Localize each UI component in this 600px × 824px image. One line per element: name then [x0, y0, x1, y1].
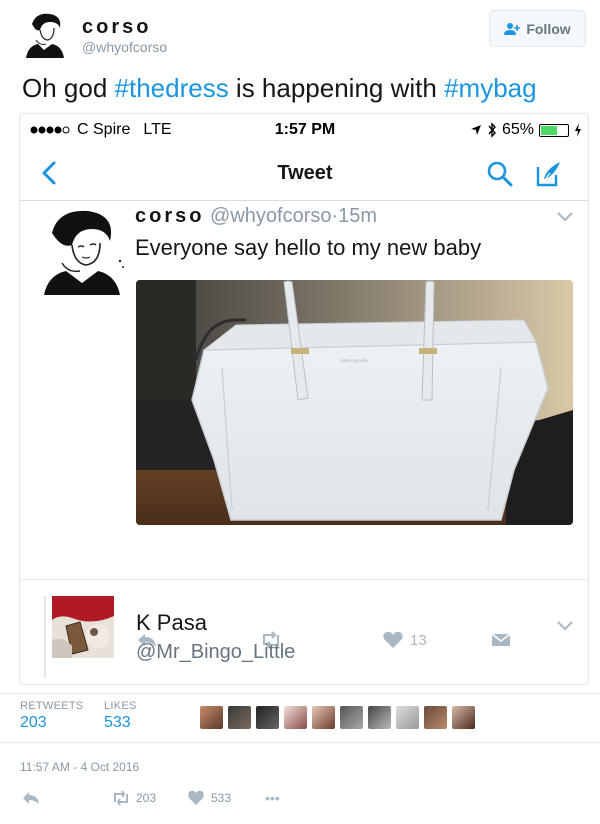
- search-icon[interactable]: [486, 160, 514, 188]
- bluetooth-icon: [488, 122, 496, 138]
- avatar[interactable]: [284, 706, 307, 729]
- hashtag-link[interactable]: #thedress: [115, 73, 229, 103]
- add-user-icon: [504, 22, 521, 35]
- engagement-stats: RETWEETS 203 LIKES 533: [0, 693, 600, 743]
- tweet-text: Oh god #thedress is happening with #myba…: [22, 73, 537, 104]
- compose-icon[interactable]: [534, 159, 564, 189]
- avatar[interactable]: [228, 706, 251, 729]
- like-count: 533: [211, 791, 232, 805]
- tweet-photo[interactable]: kate spade: [136, 280, 573, 525]
- reply-button[interactable]: [22, 790, 40, 806]
- location-arrow-icon: [470, 125, 481, 135]
- follow-label: Follow: [526, 20, 571, 37]
- retweet-icon: [114, 790, 128, 806]
- user-handle[interactable]: @Mr_Bingo_Little: [136, 641, 295, 664]
- user-handle[interactable]: @whyofcorso: [82, 39, 167, 55]
- tweet-timestamp[interactable]: 11:57 AM - 4 Oct 2016: [20, 760, 139, 774]
- tweet-action-bar: 203 533 •••: [0, 786, 600, 816]
- heart-icon: [188, 790, 204, 805]
- chevron-down-icon[interactable]: [556, 211, 574, 223]
- avatar[interactable]: [396, 706, 419, 729]
- more-options-button[interactable]: •••: [265, 790, 280, 806]
- likes-label: LIKES: [104, 700, 137, 712]
- retweets-label: RETWEETS: [20, 700, 84, 712]
- avatar[interactable]: [452, 706, 475, 729]
- avatar[interactable]: [368, 706, 391, 729]
- display-name[interactable]: K Pasa: [136, 610, 207, 636]
- tweet-header: corso @whyofcorso Follow: [0, 0, 600, 70]
- avatar[interactable]: [424, 706, 447, 729]
- tweet-age[interactable]: 15m: [338, 205, 377, 227]
- retweet-button[interactable]: 203: [112, 790, 156, 806]
- avatar[interactable]: [200, 706, 223, 729]
- more-dots-icon: •••: [265, 790, 280, 806]
- tweet-text-middle: is happening with: [228, 73, 445, 103]
- svg-text:kate spade: kate spade: [340, 358, 368, 364]
- thread-line: [44, 596, 46, 678]
- tweet-text-prefix: Oh god: [22, 73, 115, 103]
- inner-tweet: corso @whyofcorso·15m Everyone say hello…: [20, 201, 588, 649]
- follow-button[interactable]: Follow: [489, 10, 586, 47]
- battery-icon: [539, 123, 569, 137]
- hashtag-link[interactable]: #mybag: [444, 73, 537, 103]
- avatar[interactable]: [312, 706, 335, 729]
- avatar[interactable]: [22, 10, 70, 58]
- display-name[interactable]: corso: [135, 205, 204, 227]
- quoted-tweet-card[interactable]: K Pasa @Mr_Bingo_Little: [20, 579, 588, 684]
- like-button[interactable]: 533: [187, 790, 231, 806]
- embedded-screenshot[interactable]: C Spire LTE 1:57 PM 65% Tweet corso @why…: [19, 113, 589, 685]
- avatar[interactable]: [52, 596, 114, 658]
- tweet-author-line: corso @whyofcorso·15m: [135, 205, 377, 228]
- avatar[interactable]: [38, 207, 126, 295]
- liker-avatars: [200, 706, 475, 729]
- avatar[interactable]: [340, 706, 363, 729]
- retweet-count: 203: [136, 791, 157, 805]
- like-stat[interactable]: LIKES 533: [104, 700, 137, 732]
- handbag-photo: kate spade: [136, 280, 573, 525]
- retweet-count: 203: [20, 714, 47, 731]
- display-name[interactable]: corso: [82, 16, 151, 39]
- reply-icon: [23, 792, 39, 804]
- avatar[interactable]: [256, 706, 279, 729]
- retweet-stat[interactable]: RETWEETS 203: [20, 700, 84, 732]
- status-bar: C Spire LTE 1:57 PM 65%: [20, 114, 588, 146]
- navigation-bar: Tweet: [20, 146, 588, 201]
- charging-bolt-icon: [575, 123, 581, 137]
- chevron-down-icon[interactable]: [556, 620, 574, 632]
- user-handle[interactable]: @whyofcorso: [210, 205, 331, 227]
- likes-count: 533: [104, 714, 131, 731]
- battery-percent: 65%: [501, 121, 534, 138]
- tweet-text: Everyone say hello to my new baby: [135, 235, 482, 260]
